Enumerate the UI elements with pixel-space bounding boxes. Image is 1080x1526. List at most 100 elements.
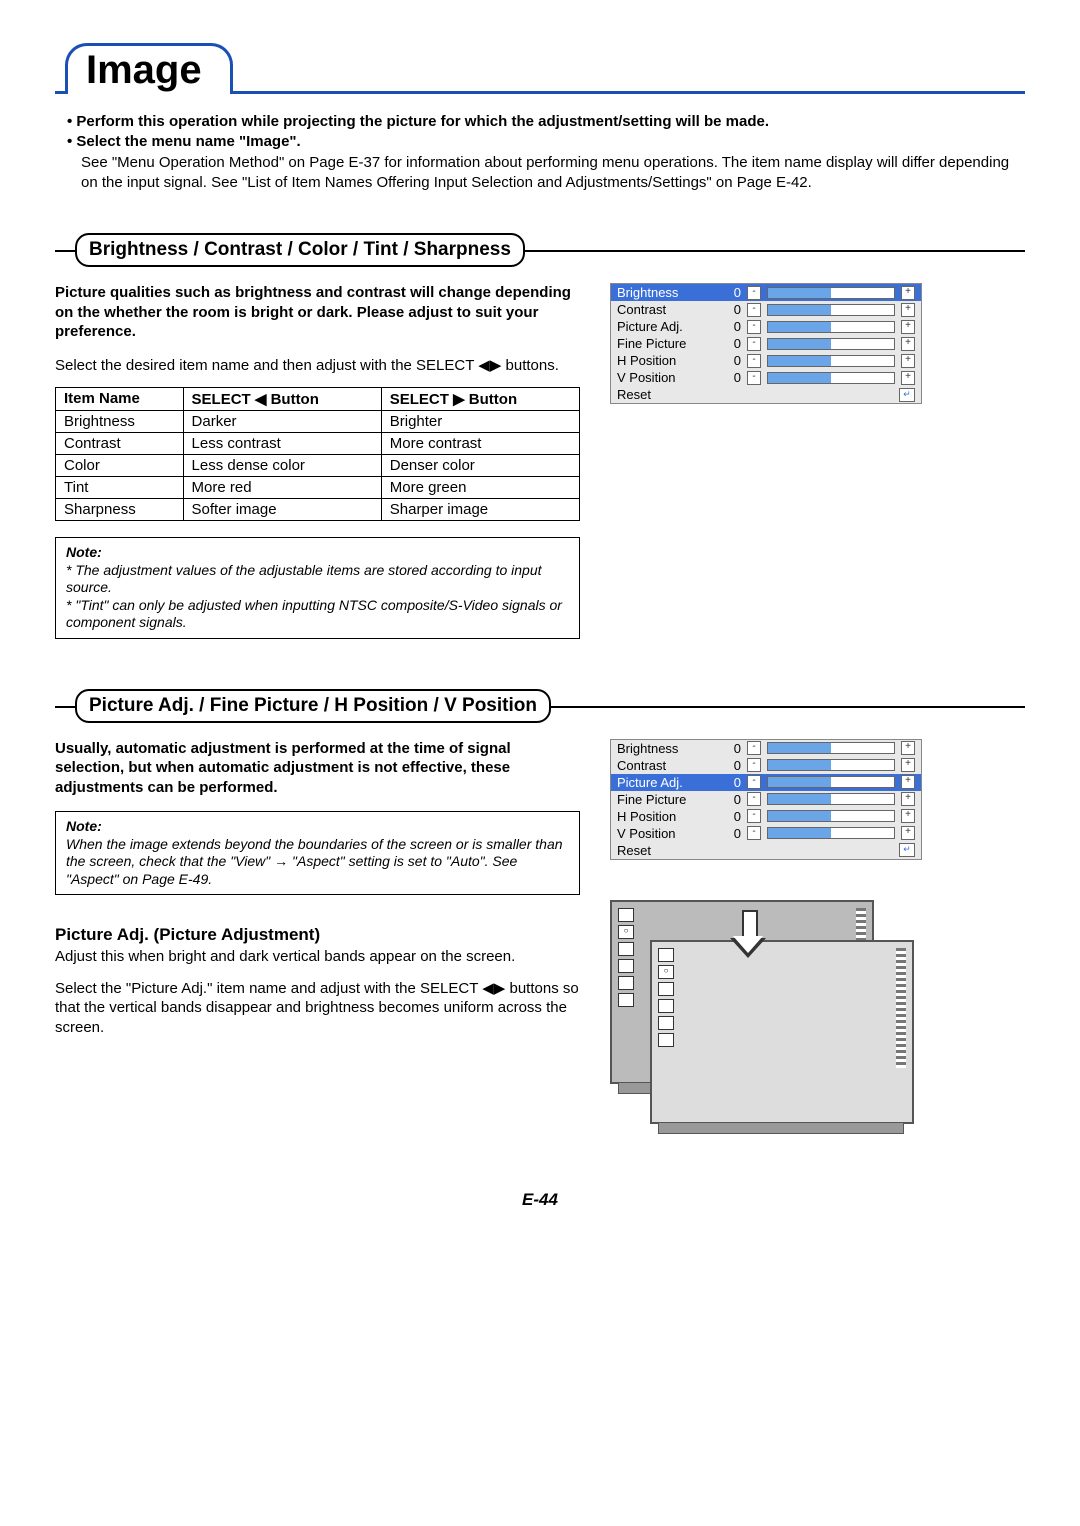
th-select-right: SELECT ▶ Button [381, 388, 579, 411]
osd-slider [767, 827, 895, 839]
minus-icon: - [747, 758, 761, 772]
sec1-intro-bold: Picture qualities such as brightness and… [55, 283, 580, 342]
osd-label: Brightness [617, 741, 717, 756]
sec3-heading: Picture Adj. (Picture Adjustment) [55, 925, 580, 945]
minus-icon: - [747, 354, 761, 368]
folder-icon-2 [658, 982, 674, 996]
sec1-body: Select the desired item name and then ad… [55, 356, 580, 376]
screen-front: ○ [650, 940, 914, 1124]
folder-icon [618, 942, 634, 956]
osd-value: 0 [723, 285, 741, 300]
note-label: Note: [66, 544, 569, 562]
osd-row: Contrast 0- + [611, 301, 921, 318]
osd-label: Contrast [617, 758, 717, 773]
osd-slider [767, 742, 895, 754]
section-1-header: Brightness / Contrast / Color / Tint / S… [55, 233, 1025, 267]
plus-icon: + [901, 337, 915, 351]
osd-label: Contrast [617, 302, 717, 317]
osd-slider [767, 287, 895, 299]
minus-icon: - [747, 741, 761, 755]
minus-icon: - [747, 286, 761, 300]
osd-value: 0 [723, 336, 741, 351]
osd-label: Fine Picture [617, 336, 717, 351]
th-item-name: Item Name [56, 388, 184, 411]
osd-label: H Position [617, 809, 717, 824]
section-2-title: Picture Adj. / Fine Picture / H Position… [75, 689, 551, 723]
monitor-icon [618, 908, 634, 922]
osd-row: V Position0-+ [611, 825, 921, 842]
osd-reset-label: Reset [617, 387, 651, 402]
plus-icon: + [901, 758, 915, 772]
page-number: E-44 [55, 1190, 1025, 1210]
osd-value: 0 [723, 319, 741, 334]
osd-slider [767, 776, 895, 788]
osd-slider [767, 793, 895, 805]
osd-row: Fine Picture 0- + [611, 335, 921, 352]
square-icon [618, 959, 634, 973]
plus-icon: + [901, 775, 915, 789]
sec2-note-body: When the image extends beyond the bounda… [66, 836, 569, 889]
osd-row: H Position0-+ [611, 808, 921, 825]
osd-label: Picture Adj. [617, 775, 717, 790]
u-icon [618, 993, 634, 1007]
minus-icon: - [747, 809, 761, 823]
osd-value: 0 [723, 809, 741, 824]
plus-icon: + [901, 286, 915, 300]
osd-row: Fine Picture0-+ [611, 791, 921, 808]
plus-icon: + [901, 792, 915, 806]
osd-value: 0 [723, 302, 741, 317]
osd-value: 0 [723, 775, 741, 790]
osd-label: V Position [617, 370, 717, 385]
osd-menu-1: Brightness0-+Contrast0-+Picture Adj.0-+F… [610, 283, 922, 404]
osd-label: Fine Picture [617, 792, 717, 807]
osd-row: Contrast 0- + [611, 757, 921, 774]
osd-slider [767, 321, 895, 333]
doc-icon-2 [658, 1016, 674, 1030]
reset-icon: ↵ [899, 388, 915, 402]
osd-reset-row: Reset↵ [611, 842, 921, 859]
osd-row: Brightness 0- + [611, 740, 921, 757]
osd-value: 0 [723, 741, 741, 756]
osd-value: 0 [723, 353, 741, 368]
section-1-title: Brightness / Contrast / Color / Tint / S… [75, 233, 525, 267]
circle-icon-2: ○ [658, 965, 674, 979]
plus-icon: + [901, 354, 915, 368]
osd-reset-label: Reset [617, 843, 651, 858]
minus-icon: - [747, 371, 761, 385]
plus-icon: + [901, 371, 915, 385]
circle-icon: ○ [618, 925, 634, 939]
minus-icon: - [747, 337, 761, 351]
u-icon-2 [658, 1033, 674, 1047]
plus-icon: + [901, 320, 915, 334]
osd-menu-2: Brightness0-+Contrast0-+Picture Adj.0-+F… [610, 739, 922, 860]
osd-row: Picture Adj. 0- + [611, 774, 921, 791]
osd-row: H Position0-+ [611, 352, 921, 369]
osd-label: V Position [617, 826, 717, 841]
osd-value: 0 [723, 370, 741, 385]
osd-row: V Position 0- + [611, 369, 921, 386]
osd-slider [767, 372, 895, 384]
doc-icon [618, 976, 634, 990]
plus-icon: + [901, 303, 915, 317]
sec1-note: Note: * The adjustment values of the adj… [55, 537, 580, 639]
square-icon-2 [658, 999, 674, 1013]
osd-slider [767, 338, 895, 350]
minus-icon: - [747, 303, 761, 317]
osd-value: 0 [723, 758, 741, 773]
section-2-header: Picture Adj. / Fine Picture / H Position… [55, 689, 1025, 723]
plus-icon: + [901, 741, 915, 755]
base-front [658, 1122, 904, 1134]
minus-icon: - [747, 775, 761, 789]
osd-value: 0 [723, 826, 741, 841]
intro-body: See "Menu Operation Method" on Page E-37… [81, 153, 1025, 194]
intro-block: • Perform this operation while projectin… [67, 112, 1025, 193]
osd-label: Brightness [617, 285, 717, 300]
osd-slider [767, 355, 895, 367]
osd-reset-row: Reset ↵ [611, 386, 921, 403]
adjustment-table: Item Name SELECT ◀ Button SELECT ▶ Butto… [55, 387, 580, 521]
sec3-p2: Select the "Picture Adj." item name and … [55, 979, 580, 1038]
note-label-2: Note: [66, 818, 569, 836]
title-bar: Image [55, 40, 1025, 94]
intro-bullet-2: • Select the menu name "Image". [67, 132, 1025, 152]
plus-icon: + [901, 826, 915, 840]
